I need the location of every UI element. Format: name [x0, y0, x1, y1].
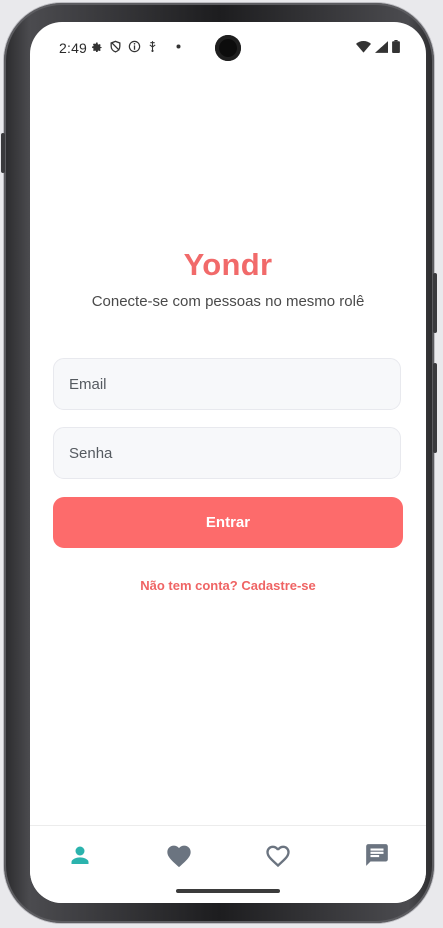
power-button: [433, 273, 437, 333]
status-time: 2:49: [59, 40, 88, 56]
password-field-container: [53, 427, 401, 479]
dot-icon: [176, 44, 181, 49]
volume-button: [433, 363, 437, 453]
side-button: [1, 133, 5, 173]
signal-icon: [375, 40, 388, 56]
info-icon: [128, 40, 141, 53]
status-bar: 2:49: [30, 22, 426, 72]
nav-likes[interactable]: [162, 840, 196, 874]
chat-icon: [364, 842, 390, 873]
battery-icon: [392, 40, 400, 56]
settings-icon: [90, 40, 103, 53]
heart-filled-icon: [165, 842, 193, 873]
usb-icon: [147, 40, 158, 53]
signup-link[interactable]: Não tem conta? Cadastre-se: [30, 578, 426, 593]
wifi-icon: [356, 40, 371, 56]
app-screen: 2:49 Yondr Conecte-se com pessoas no mes…: [30, 22, 426, 903]
password-field[interactable]: [54, 428, 400, 478]
email-field-container: [53, 358, 401, 410]
nav-profile[interactable]: [63, 840, 97, 874]
camera-cutout: [215, 35, 241, 61]
app-brand-title: Yondr: [183, 247, 273, 282]
phone-frame: 2:49 Yondr Conecte-se com pessoas no mes…: [1, 3, 437, 923]
shield-icon: [109, 40, 122, 53]
person-icon: [68, 843, 92, 872]
app-tagline: Conecte-se com pessoas no mesmo rolê: [91, 293, 365, 310]
heart-outline-icon: [264, 842, 292, 873]
login-button[interactable]: Entrar: [53, 497, 403, 548]
home-indicator[interactable]: [176, 889, 280, 893]
nav-messages[interactable]: [360, 840, 394, 874]
email-field[interactable]: [54, 359, 400, 409]
nav-favorites[interactable]: [261, 840, 295, 874]
